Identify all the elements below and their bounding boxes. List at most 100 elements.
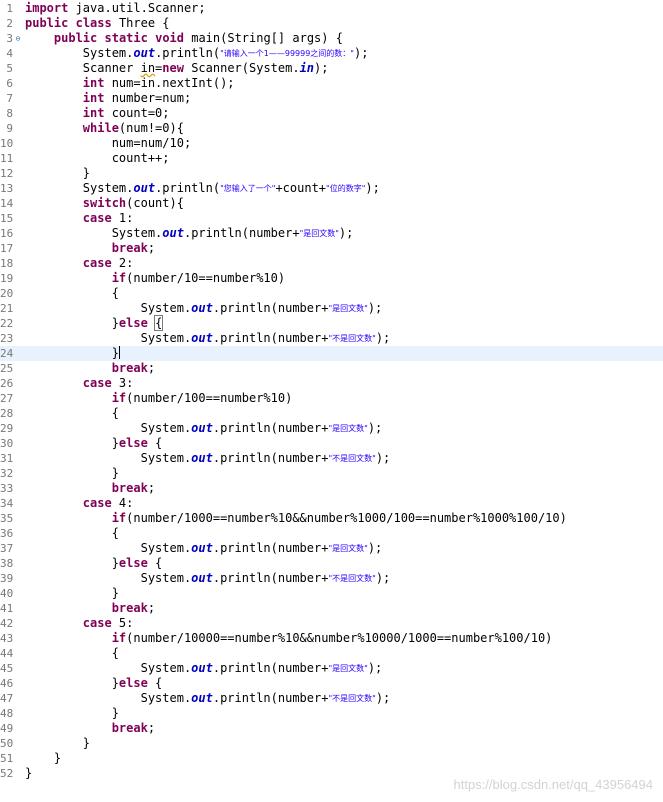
field-token: out (162, 226, 184, 240)
code-line[interactable]: 1 import java.util.Scanner; (0, 1, 663, 16)
code-line[interactable]: 42 case 5: (0, 616, 663, 631)
code-line[interactable]: 20 { (0, 286, 663, 301)
code-line[interactable]: 22 }else { (0, 315, 663, 331)
code-line[interactable]: 3 ⊖ public static void main(String[] args… (0, 31, 663, 46)
code-line[interactable]: 10 num=num/10; (0, 136, 663, 151)
code-token: Scanner(System. (183, 61, 300, 75)
code-line[interactable]: 30 }else { (0, 436, 663, 451)
code-line[interactable]: 19 if(number/10==number%10) (0, 271, 663, 286)
code-token: (count){ (126, 196, 184, 210)
code-line[interactable]: 17 break; (0, 241, 663, 256)
code-line[interactable]: 15 case 1: (0, 211, 663, 226)
code-line[interactable]: 9 while(num!=0){ (0, 121, 663, 136)
code-token: { (147, 436, 163, 450)
code-token: } (25, 466, 119, 480)
line-number: 22 (0, 317, 14, 330)
string-literal: "不是回文数" (328, 694, 376, 703)
code-line[interactable]: 34 case 4: (0, 496, 663, 511)
code-line[interactable]: 46 }else { (0, 676, 663, 691)
code-line[interactable]: 29 System.out.println(number+"是回文数"); (0, 421, 663, 436)
code-line[interactable]: 35 if(number/1000==number%10&&number%100… (0, 511, 663, 526)
code-line[interactable]: 25 break; (0, 361, 663, 376)
field-token: out (191, 301, 213, 315)
code-token: System. (25, 451, 192, 465)
code-line[interactable]: 16 System.out.println(number+"是回文数"); (0, 226, 663, 241)
line-number: 15 (0, 212, 14, 225)
code-line[interactable]: 50 } (0, 736, 663, 751)
line-number: 10 (0, 137, 14, 150)
code-line[interactable]: 26 case 3: (0, 376, 663, 391)
code-token: ); (314, 61, 329, 75)
line-number: 18 (0, 257, 14, 270)
code-line[interactable]: 21 System.out.println(number+"是回文数"); (0, 301, 663, 316)
code-line-current[interactable]: 24 } (0, 346, 663, 361)
code-line[interactable]: 32 } (0, 466, 663, 481)
code-line[interactable]: 4 System.out.println("请输入一个1——99999之间的数：… (0, 46, 663, 61)
code-text: } (25, 586, 119, 601)
line-number: 16 (0, 227, 14, 240)
collapse-icon[interactable]: ⊖ (13, 31, 23, 46)
code-line[interactable]: 39 System.out.println(number+"不是回文数"); (0, 571, 663, 586)
keyword-token: int (82, 76, 105, 90)
code-token: ); (375, 451, 391, 465)
code-line[interactable]: 14 switch(count){ (0, 196, 663, 211)
code-line[interactable]: 2 public class Three { (0, 16, 663, 31)
code-token: } (25, 586, 119, 600)
code-line[interactable]: 48 } (0, 706, 663, 721)
code-line[interactable]: 7 int number=num; (0, 91, 663, 106)
code-line[interactable]: 11 count++; (0, 151, 663, 166)
code-line[interactable]: 33 break; (0, 481, 663, 496)
line-number: 3 (6, 32, 13, 45)
code-line[interactable]: 5 Scanner in=new Scanner(System.in); (0, 61, 663, 76)
code-line[interactable]: 45 System.out.println(number+"是回文数"); (0, 661, 663, 676)
code-line[interactable]: 13 System.out.println("您输入了一个"+count+"位的… (0, 181, 663, 196)
code-line[interactable]: 40 } (0, 586, 663, 601)
code-text: case 5: (25, 616, 134, 631)
code-line[interactable]: 6 int num=in.nextInt(); (0, 76, 663, 91)
field-token: out (191, 541, 213, 555)
code-token: +count+ (275, 181, 327, 195)
keyword-token: break (111, 481, 148, 495)
code-line[interactable]: 36 { (0, 526, 663, 541)
line-number: 39 (0, 572, 14, 585)
code-line[interactable]: 51 } (0, 751, 663, 766)
code-line[interactable]: 44 { (0, 646, 663, 661)
code-line[interactable]: 18 case 2: (0, 256, 663, 271)
code-line[interactable]: 27 if(number/100==number%10) (0, 391, 663, 406)
code-token: System. (25, 541, 192, 555)
code-text: { (25, 286, 119, 301)
code-text: System.out.println(number+"是回文数"); (25, 541, 383, 556)
code-text: case 2: (25, 256, 134, 271)
code-line[interactable]: 43 if(number/10000==number%10&&number%10… (0, 631, 663, 646)
code-line[interactable]: 23 System.out.println(number+"不是回文数"); (0, 331, 663, 346)
line-number: 2 (6, 17, 13, 30)
code-line[interactable]: 37 System.out.println(number+"是回文数"); (0, 541, 663, 556)
code-token: ); (375, 331, 391, 345)
code-line[interactable]: 31 System.out.println(number+"不是回文数"); (0, 451, 663, 466)
code-line[interactable]: 12 } (0, 166, 663, 181)
string-literal: "是回文数" (299, 229, 339, 238)
code-line[interactable]: 38 }else { (0, 556, 663, 571)
line-number: 31 (0, 452, 14, 465)
code-line[interactable]: 8 int count=0; (0, 106, 663, 121)
line-number: 13 (0, 182, 14, 195)
code-line[interactable]: 28 { (0, 406, 663, 421)
code-line[interactable]: 47 System.out.println(number+"不是回文数"); (0, 691, 663, 706)
line-number: 17 (0, 242, 14, 255)
line-number: 45 (0, 662, 14, 675)
code-editor[interactable]: 1 import java.util.Scanner; 2 public class … (0, 0, 663, 802)
keyword-token: case (82, 256, 112, 270)
code-line[interactable]: 41 break; (0, 601, 663, 616)
code-text: count++; (25, 151, 170, 166)
keyword-token: new (162, 61, 184, 75)
code-line[interactable]: 49 break; (0, 721, 663, 736)
code-text: while(num!=0){ (25, 121, 184, 136)
